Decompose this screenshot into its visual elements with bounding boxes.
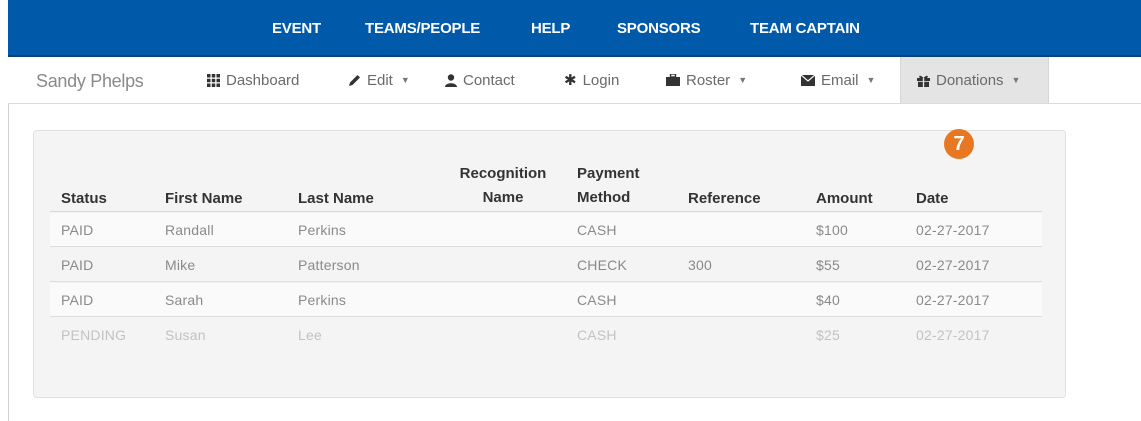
step-number-badge: 7 bbox=[944, 129, 974, 159]
column-header-payment-line2: Method bbox=[577, 189, 631, 206]
nav-contact-label: Contact bbox=[463, 71, 515, 89]
nav-donations[interactable]: Donations ▼ bbox=[900, 57, 1049, 103]
cell-last-name: Perkins bbox=[298, 222, 347, 238]
cell-date: 02-27-2017 bbox=[916, 222, 990, 238]
cell-method: CASH bbox=[577, 327, 617, 343]
cell-last-name: Patterson bbox=[298, 257, 360, 273]
page-left-border bbox=[8, 104, 9, 421]
cell-first-name: Susan bbox=[165, 327, 206, 343]
nav-edit-label: Edit bbox=[367, 71, 393, 89]
cell-status: PAID bbox=[61, 257, 94, 273]
nav-donations-label: Donations bbox=[936, 71, 1004, 89]
cell-last-name: Lee bbox=[298, 327, 322, 343]
cell-method: CHECK bbox=[577, 257, 628, 273]
pencil-icon bbox=[348, 74, 361, 87]
column-header-payment-line1: Payment bbox=[577, 165, 640, 182]
cell-method: CASH bbox=[577, 222, 617, 238]
brand-name: Sandy Phelps bbox=[36, 71, 144, 91]
nav-edit[interactable]: Edit ▼ bbox=[348, 57, 410, 103]
chevron-down-icon: ▼ bbox=[1011, 75, 1021, 85]
cell-status: PAID bbox=[61, 222, 94, 238]
cell-date: 02-27-2017 bbox=[916, 257, 990, 273]
sub-nav-bar: Sandy Phelps Dashboard Edit ▼ Contact ✱ … bbox=[8, 57, 1141, 104]
cell-amount: $55 bbox=[816, 257, 840, 273]
column-header-payment-method: Payment Method bbox=[577, 164, 640, 208]
cell-amount: $40 bbox=[816, 292, 840, 308]
cell-reference: 300 bbox=[688, 257, 712, 273]
column-header-recognition-name: Recognition Name bbox=[440, 164, 566, 208]
column-header-status: Status bbox=[61, 190, 107, 207]
gift-icon bbox=[917, 74, 930, 87]
chevron-down-icon: ▼ bbox=[400, 75, 410, 85]
table-row: PENDING Susan Lee CASH $25 02-27-2017 bbox=[50, 318, 1042, 352]
envelope-icon bbox=[801, 74, 815, 86]
column-header-recognition-line1: Recognition bbox=[459, 165, 547, 182]
cell-status: PAID bbox=[61, 292, 94, 308]
header-divider bbox=[50, 211, 1042, 212]
grid-icon bbox=[207, 73, 220, 87]
nav-email[interactable]: Email ▼ bbox=[801, 57, 875, 103]
top-nav-event[interactable]: EVENT bbox=[272, 20, 321, 37]
nav-dashboard[interactable]: Dashboard bbox=[207, 57, 299, 103]
cell-status: PENDING bbox=[61, 327, 127, 343]
cell-method: CASH bbox=[577, 292, 617, 308]
nav-contact[interactable]: Contact bbox=[445, 57, 515, 103]
cell-date: 02-27-2017 bbox=[916, 292, 990, 308]
table-row: PAID Mike Patterson CHECK 300 $55 02-27-… bbox=[50, 248, 1042, 282]
cell-first-name: Sarah bbox=[165, 292, 204, 308]
cell-date: 02-27-2017 bbox=[916, 327, 990, 343]
column-header-amount: Amount bbox=[816, 190, 873, 207]
column-header-date: Date bbox=[916, 190, 949, 207]
top-nav-bar: EVENT TEAMS/PEOPLE HELP SPONSORS TEAM CA… bbox=[8, 0, 1141, 57]
cell-first-name: Mike bbox=[165, 257, 196, 273]
top-nav-sponsors[interactable]: SPONSORS bbox=[617, 20, 701, 37]
briefcase-icon bbox=[666, 74, 680, 86]
nav-login-label: Login bbox=[582, 71, 620, 89]
top-nav-help[interactable]: HELP bbox=[531, 20, 570, 37]
column-header-first-name: First Name bbox=[165, 190, 243, 207]
cell-amount: $25 bbox=[816, 327, 840, 343]
cell-last-name: Perkins bbox=[298, 292, 347, 308]
top-nav-team-captain[interactable]: TEAM CAPTAIN bbox=[750, 20, 860, 37]
column-header-last-name: Last Name bbox=[298, 190, 374, 207]
chevron-down-icon: ▼ bbox=[738, 75, 748, 85]
table-row: PAID Sarah Perkins CASH $40 02-27-2017 bbox=[50, 283, 1042, 317]
nav-roster[interactable]: Roster ▼ bbox=[666, 57, 747, 103]
nav-login[interactable]: ✱ Login bbox=[564, 57, 619, 103]
nav-roster-label: Roster bbox=[686, 71, 731, 89]
nav-email-label: Email bbox=[821, 71, 859, 89]
user-icon bbox=[445, 73, 457, 87]
nav-dashboard-label: Dashboard bbox=[226, 71, 300, 89]
cell-first-name: Randall bbox=[165, 222, 214, 238]
chevron-down-icon: ▼ bbox=[866, 75, 876, 85]
top-nav-teams-people[interactable]: TEAMS/PEOPLE bbox=[365, 20, 480, 37]
column-header-recognition-line2: Name bbox=[482, 189, 524, 206]
table-row: PAID Randall Perkins CASH $100 02-27-201… bbox=[50, 213, 1042, 247]
asterisk-icon: ✱ bbox=[564, 72, 577, 89]
cell-amount: $100 bbox=[816, 222, 848, 238]
column-header-reference: Reference bbox=[688, 190, 761, 207]
